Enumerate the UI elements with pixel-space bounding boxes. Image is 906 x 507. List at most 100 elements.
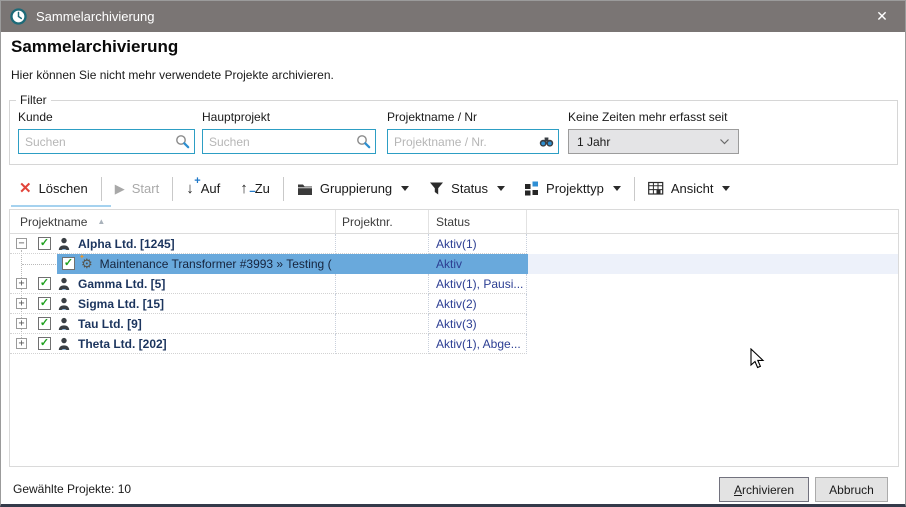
expand-icon[interactable]: +	[16, 318, 27, 329]
field-projektname: Projektname / Nr	[387, 110, 559, 154]
table-row-selected[interactable]: ✓ ⚙✦ Maintenance Transformer #3993 » Tes…	[10, 254, 898, 274]
expand-all-button[interactable]: ↓ + Auf	[176, 175, 230, 203]
toolbar-separator	[634, 177, 635, 201]
projektnr-cell	[336, 234, 429, 254]
collapse-icon[interactable]: −	[16, 238, 27, 249]
status-filter-label: Status	[451, 181, 488, 196]
projektnr-cell	[336, 294, 429, 314]
row-checkbox[interactable]: ✓	[38, 237, 51, 250]
view-dropdown-button[interactable]: Ansicht	[638, 175, 741, 203]
delete-button[interactable]: ✕ Löschen	[9, 175, 98, 203]
check-icon: ✓	[40, 338, 49, 349]
hauptprojekt-search-input[interactable]	[202, 129, 376, 154]
expand-all-icon: ↓ +	[186, 181, 194, 196]
customer-icon	[57, 317, 71, 331]
status-cell: Aktiv(1), Pausi...	[429, 274, 527, 294]
archive-button[interactable]: Archivieren	[719, 477, 809, 502]
column-header-projektname[interactable]: Projektname ▲	[10, 210, 336, 233]
cancel-button[interactable]: Abbruch	[815, 477, 888, 502]
folder-icon	[297, 182, 313, 196]
row-checkbox[interactable]: ✓	[38, 277, 51, 290]
toolbar-separator	[172, 177, 173, 201]
empty-cell	[527, 334, 898, 354]
status-cell: Aktiv(2)	[429, 294, 527, 314]
expand-icon[interactable]: +	[16, 298, 27, 309]
start-label: Start	[132, 181, 159, 196]
zeitraum-select[interactable]: 1 Jahr	[568, 129, 739, 154]
search-icon[interactable]	[356, 134, 371, 149]
expand-all-label: Auf	[201, 181, 221, 196]
project-name: Sigma Ltd. [15]	[78, 297, 164, 311]
hauptprojekt-label: Hauptprojekt	[202, 110, 376, 124]
zeitraum-value: 1 Jahr	[577, 135, 610, 149]
table-row[interactable]: + ✓ Tau Ltd. [9] Aktiv(3)	[10, 314, 898, 334]
project-name: Tau Ltd. [9]	[78, 317, 142, 331]
cancel-button-label: Abbruch	[829, 483, 874, 497]
projektname-input[interactable]	[387, 129, 559, 154]
empty-cell	[527, 254, 898, 274]
toolbar: ✕ Löschen ▶ Start ↓ + Auf ↑ − Zu	[9, 171, 899, 206]
field-kunde: Kunde	[18, 110, 195, 154]
chevron-down-icon	[719, 136, 730, 147]
collapse-all-label: Zu	[255, 181, 270, 196]
caret-down-icon	[497, 186, 505, 191]
collapse-all-icon: ↑ −	[240, 181, 248, 196]
row-checkbox[interactable]: ✓	[38, 317, 51, 330]
toolbar-separator	[283, 177, 284, 201]
project-name: Maintenance Transformer #3993 » Testing …	[100, 257, 332, 271]
empty-cell	[527, 314, 898, 334]
status-cell: Aktiv(1), Abge...	[429, 334, 527, 354]
row-checkbox[interactable]: ✓	[38, 297, 51, 310]
grouping-dropdown-button[interactable]: Gruppierung	[287, 175, 419, 203]
filter-legend: Filter	[16, 93, 51, 107]
page-subtitle: Hier können Sie nicht mehr verwendete Pr…	[11, 68, 334, 82]
page-title: Sammelarchivierung	[11, 37, 178, 57]
status-filter-dropdown-button[interactable]: Status	[419, 175, 515, 203]
projektnr-cell	[336, 314, 429, 334]
column-header-empty	[527, 210, 898, 233]
row-checkbox[interactable]: ✓	[62, 257, 75, 270]
clock-icon	[10, 8, 27, 25]
table-row[interactable]: + ✓ Sigma Ltd. [15] Aktiv(2)	[10, 294, 898, 314]
funnel-icon	[429, 181, 444, 196]
table-row[interactable]: + ✓ Gamma Ltd. [5] Aktiv(1), Pausi...	[10, 274, 898, 294]
status-cell: Aktiv	[429, 254, 527, 274]
status-cell: Aktiv(3)	[429, 314, 527, 334]
collapse-all-button[interactable]: ↑ − Zu	[230, 175, 280, 203]
expand-icon[interactable]: +	[16, 278, 27, 289]
play-icon: ▶	[115, 182, 125, 195]
grouping-label: Gruppierung	[320, 181, 392, 196]
caret-down-icon	[613, 186, 621, 191]
archive-button-label: Archivieren	[734, 483, 794, 497]
check-icon: ✓	[64, 258, 73, 269]
kunde-search-input[interactable]	[18, 129, 195, 154]
expand-icon[interactable]: +	[16, 338, 27, 349]
caret-down-icon	[401, 186, 409, 191]
column-header-status[interactable]: Status	[429, 210, 527, 233]
project-name: Theta Ltd. [202]	[78, 337, 167, 351]
start-button[interactable]: ▶ Start	[105, 175, 169, 203]
search-icon[interactable]	[175, 134, 190, 149]
table-row[interactable]: − ✓ Alpha Ltd. [1245] Aktiv(1)	[10, 234, 898, 254]
close-icon: ✕	[876, 8, 888, 25]
project-name: Alpha Ltd. [1245]	[78, 237, 175, 251]
projektnr-cell	[336, 254, 429, 274]
empty-cell	[527, 294, 898, 314]
projektnr-cell	[336, 274, 429, 294]
table-header: Projektname ▲ Projektnr. Status	[10, 210, 898, 234]
binoculars-icon	[539, 134, 554, 149]
window-title: Sammelarchivierung	[36, 9, 155, 24]
titlebar: Sammelarchivierung ✕	[1, 1, 905, 32]
column-header-projektnr[interactable]: Projektnr.	[336, 210, 429, 233]
empty-cell	[527, 274, 898, 294]
toolbar-accent-underline	[11, 205, 111, 207]
project-type-dropdown-button[interactable]: Projekttyp	[515, 175, 631, 203]
empty-cell	[527, 234, 898, 254]
zeitraum-label: Keine Zeiten mehr erfasst seit	[568, 110, 739, 124]
row-checkbox[interactable]: ✓	[38, 337, 51, 350]
check-icon: ✓	[40, 238, 49, 249]
close-button[interactable]: ✕	[859, 1, 905, 32]
kunde-label: Kunde	[18, 110, 195, 124]
customer-icon	[57, 297, 71, 311]
dialog-sammelarchivierung: Sammelarchivierung ✕ Sammelarchivierung …	[0, 0, 906, 507]
